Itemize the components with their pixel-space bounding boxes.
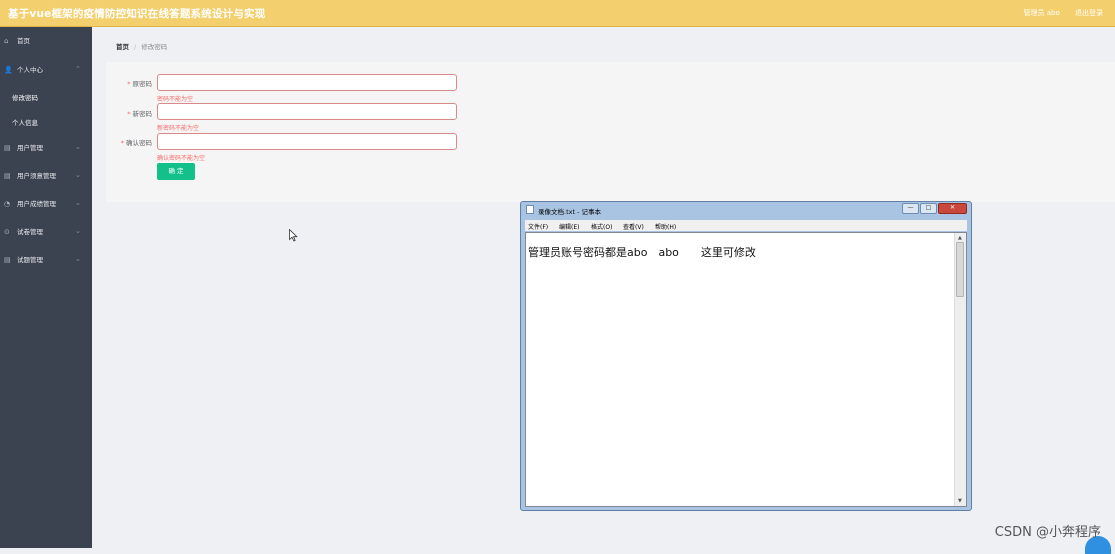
header-actions: 管理员 abo 退出登录 [1011,8,1103,18]
menu-file[interactable]: 文件(F) [528,222,548,231]
notepad-titlebar[interactable]: 录像文档.txt - 记事本 — □ ✕ [521,202,971,218]
home-icon: ⌂ [4,37,9,45]
breadcrumb-current: 修改密码 [141,43,168,51]
notepad-content: 管理员账号密码都是abo abo 这里可修改 [528,246,756,259]
new-password-input[interactable] [157,103,457,120]
sidebar-item-exam-management[interactable]: ⊙ 试卷管理 ⌄ [0,225,92,239]
sidebar-subitem-change-password[interactable]: 修改密码 [12,92,38,102]
scroll-up-arrow-icon[interactable]: ▲ [958,235,962,241]
sidebar-subitem-profile-info[interactable]: 个人信息 [12,117,38,127]
breadcrumb-home[interactable]: 首页 [116,43,129,51]
breadcrumb: 首页 / 修改密码 [116,41,167,51]
new-password-error: 新密码不能为空 [157,125,200,132]
sidebar-item-question-management[interactable]: ▤ 试题管理 ⌄ [0,253,92,267]
vertical-scrollbar[interactable]: ▲ ▼ [954,233,966,506]
sidebar-item-user-notice-management[interactable]: ▤ 用户须意管理 ⌄ [0,169,92,183]
menu-format[interactable]: 格式(O) [591,222,612,231]
required-mark: * [127,110,131,118]
list-icon: ▤ [4,256,11,264]
confirm-password-label: * 确认密码 [120,139,152,147]
sidebar-item-user-management[interactable]: ▤ 用户管理 ⌄ [0,141,92,155]
sidebar-item-label: 首页 [17,37,30,45]
new-password-label: * 新密码 [127,110,152,118]
chevron-up-icon: ⌃ [75,65,81,73]
window-controls: — □ ✕ [901,203,967,214]
pin-icon: ⊙ [4,228,10,236]
list-icon: ▤ [4,144,11,152]
notepad-text-area[interactable]: 管理员账号密码都是abo abo 这里可修改 ▲ ▼ [525,232,967,507]
required-mark: * [127,80,131,88]
chevron-down-icon: ⌄ [75,143,81,151]
maximize-button[interactable]: □ [920,203,937,214]
menu-view[interactable]: 查看(V) [623,222,644,231]
chevron-down-icon: ⌄ [75,227,81,235]
confirm-password-input[interactable] [157,133,457,150]
scrollbar-thumb[interactable] [956,242,964,297]
current-user-label: 管理员 abo [1023,9,1060,17]
old-password-label: * 原密码 [127,80,152,88]
old-password-input[interactable] [157,74,457,91]
sidebar-item-label: 用户须意管理 [17,172,56,180]
sidebar-item-user-score-management[interactable]: ◔ 用户成绩管理 ⌄ [0,197,92,211]
old-password-error: 密码不能为空 [157,96,194,103]
menu-help[interactable]: 帮助(H) [655,222,676,231]
sidebar-item-label: 个人中心 [17,66,43,74]
minimize-button[interactable]: — [902,203,919,214]
notepad-menubar: 文件(F) 编辑(E) 格式(O) 查看(V) 帮助(H) [525,220,967,231]
required-mark: * [120,139,124,147]
menu-edit[interactable]: 编辑(E) [559,222,579,231]
sidebar-item-label: 试题管理 [17,256,43,264]
top-header: 基于vue框架的疫情防控知识在线答题系统设计与实现 管理员 abo 退出登录 [0,0,1115,27]
notepad-window: 录像文档.txt - 记事本 — □ ✕ 文件(F) 编辑(E) 格式(O) 查看(… [520,201,972,511]
submit-button[interactable]: 确 定 [157,163,195,180]
close-button[interactable]: ✕ [938,203,967,214]
sidebar-item-home[interactable]: ⌂ 首页 [0,34,92,48]
breadcrumb-separator: / [134,43,137,51]
user-icon: 👤 [4,66,13,74]
chevron-down-icon: ⌄ [75,171,81,179]
app-title: 基于vue框架的疫情防控知识在线答题系统设计与实现 [8,8,266,20]
mouse-cursor-icon [289,229,298,242]
confirm-password-error: 确认密码不能为空 [157,155,206,162]
scroll-down-arrow-icon[interactable]: ▼ [958,498,962,504]
list-icon: ▤ [4,172,11,180]
notepad-icon [526,205,534,214]
sidebar: ⌂ 首页 👤 个人中心 ⌃ 修改密码 个人信息 ▤ 用户管理 ⌄ ▤ 用户须意管… [0,27,92,548]
watermark: CSDN @小奔程序 [994,525,1101,540]
chevron-down-icon: ⌄ [75,199,81,207]
chevron-down-icon: ⌄ [75,255,81,263]
logout-link[interactable]: 退出登录 [1075,9,1103,17]
sidebar-item-profile-center[interactable]: 👤 个人中心 ⌃ [0,63,92,77]
sidebar-item-label: 用户成绩管理 [17,200,56,208]
sidebar-item-label: 试卷管理 [17,228,43,236]
sidebar-item-label: 用户管理 [17,144,43,152]
chart-icon: ◔ [4,200,11,208]
notepad-title: 录像文档.txt - 记事本 [538,208,601,216]
